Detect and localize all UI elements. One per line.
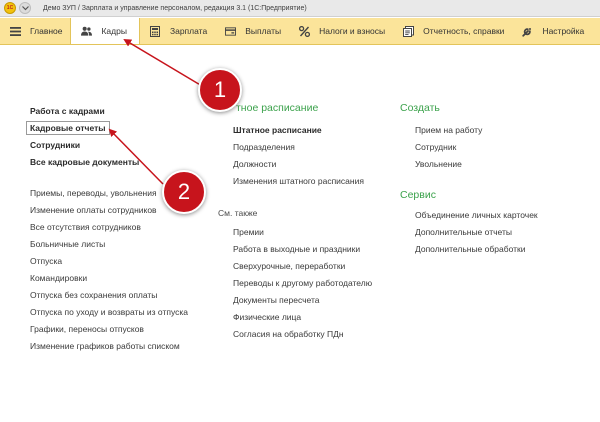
- section-tab-label: Кадры: [101, 26, 127, 36]
- link-unpaid-leave[interactable]: Отпуска без сохранения оплаты: [30, 290, 157, 300]
- link-vacations[interactable]: Отпуска: [30, 256, 62, 266]
- wrench-icon: [522, 26, 533, 37]
- section-tab-label: Главное: [30, 26, 63, 36]
- section-tab-label: Настройка: [542, 26, 585, 36]
- link-pd-consents[interactable]: Согласия на обработку ПДн: [233, 329, 344, 339]
- section-tab-payments[interactable]: Выплаты: [215, 18, 289, 44]
- section-tab-hr[interactable]: Кадры: [70, 18, 140, 44]
- link-parental-leave[interactable]: Отпуска по уходу и возвраты из отпуска: [30, 307, 188, 317]
- main-menu-icon[interactable]: [19, 2, 31, 14]
- link-overtime[interactable]: Сверхурочные, переработки: [233, 261, 345, 271]
- section-tab-label: Выплаты: [245, 26, 282, 36]
- link-staffing-changes[interactable]: Изменения штатного расписания: [233, 176, 364, 186]
- link-staffing-table[interactable]: Штатное расписание: [233, 125, 322, 135]
- link-additional-processing[interactable]: Дополнительные обработки: [415, 244, 525, 254]
- link-individuals[interactable]: Физические лица: [233, 312, 301, 322]
- annotation-marker-1: 1: [198, 68, 242, 112]
- section-tab-main[interactable]: Главное: [0, 18, 70, 44]
- hr-middle-column: тное расписание Штатное расписание Подра…: [218, 102, 388, 347]
- people-icon: [81, 26, 93, 37]
- calculator-icon: [150, 25, 161, 37]
- group-title-staffing: тное расписание: [236, 102, 319, 114]
- link-business-trips[interactable]: Командировки: [30, 273, 87, 283]
- window-title: Демо ЗУП / Зарплата и управление персона…: [43, 4, 307, 12]
- section-tab-reports[interactable]: Отчетность, справки: [393, 18, 512, 44]
- section-tab-label: Зарплата: [169, 26, 208, 36]
- hr-left-column: Работа с кадрами Кадровые отчеты Сотрудн…: [26, 104, 200, 364]
- window-title-bar: 1С Демо ЗУП / Зарплата и управление перс…: [0, 0, 600, 17]
- link-pay-changes[interactable]: Изменение оплаты сотрудников: [30, 205, 157, 215]
- percent-icon: [299, 25, 311, 37]
- link-recalculation-docs[interactable]: Документы пересчета: [233, 295, 320, 305]
- hamburger-icon: [10, 26, 21, 37]
- link-schedule-changes[interactable]: Изменение графиков работы списком: [30, 341, 180, 351]
- section-tab-taxes[interactable]: Налоги и взносы: [289, 18, 393, 44]
- link-absences[interactable]: Все отсутствия сотрудников: [30, 222, 141, 232]
- link-create-hire[interactable]: Прием на работу: [415, 125, 482, 135]
- link-bonuses[interactable]: Премии: [233, 227, 264, 237]
- wallet-icon: [225, 26, 237, 37]
- app-logo-icon[interactable]: 1С: [4, 2, 16, 14]
- section-tab-salary[interactable]: Зарплата: [140, 18, 215, 44]
- link-additional-reports[interactable]: Дополнительные отчеты: [415, 227, 512, 237]
- link-sick-leave[interactable]: Больничные листы: [30, 239, 105, 249]
- link-holiday-work[interactable]: Работа в выходные и праздники: [233, 244, 360, 254]
- link-departments[interactable]: Подразделения: [233, 142, 295, 152]
- link-merge-cards[interactable]: Объединение личных карточек: [415, 210, 538, 220]
- section-tab-label: Налоги и взносы: [319, 26, 386, 36]
- link-create-dismissal[interactable]: Увольнение: [415, 159, 462, 169]
- documents-icon: [403, 25, 415, 37]
- link-hr-reports[interactable]: Кадровые отчеты: [26, 121, 110, 135]
- link-employer-transfers[interactable]: Переводы к другому работодателю: [233, 278, 372, 288]
- link-hr-work[interactable]: Работа с кадрами: [30, 106, 105, 116]
- group-title-service: Сервис: [400, 189, 436, 201]
- section-panel: Главное Кадры Зарплата Выплаты Налоги и …: [0, 18, 600, 45]
- link-positions[interactable]: Должности: [233, 159, 276, 169]
- group-title-create: Создать: [400, 102, 440, 114]
- group-title-see-also: См. также: [218, 208, 258, 218]
- link-vacation-schedules[interactable]: Графики, переносы отпусков: [30, 324, 144, 334]
- link-employees[interactable]: Сотрудники: [30, 140, 80, 150]
- section-tab-label: Отчетность, справки: [423, 26, 505, 36]
- link-create-employee[interactable]: Сотрудник: [415, 142, 456, 152]
- section-tab-settings[interactable]: Настройка: [512, 18, 592, 44]
- hr-right-column: Создать Прием на работу Сотрудник Увольн…: [400, 102, 580, 262]
- annotation-marker-2: 2: [162, 170, 206, 214]
- link-all-hr-documents[interactable]: Все кадровые документы: [30, 157, 139, 167]
- link-hires-transfers[interactable]: Приемы, переводы, увольнения: [30, 188, 157, 198]
- arrow-1: [123, 38, 203, 87]
